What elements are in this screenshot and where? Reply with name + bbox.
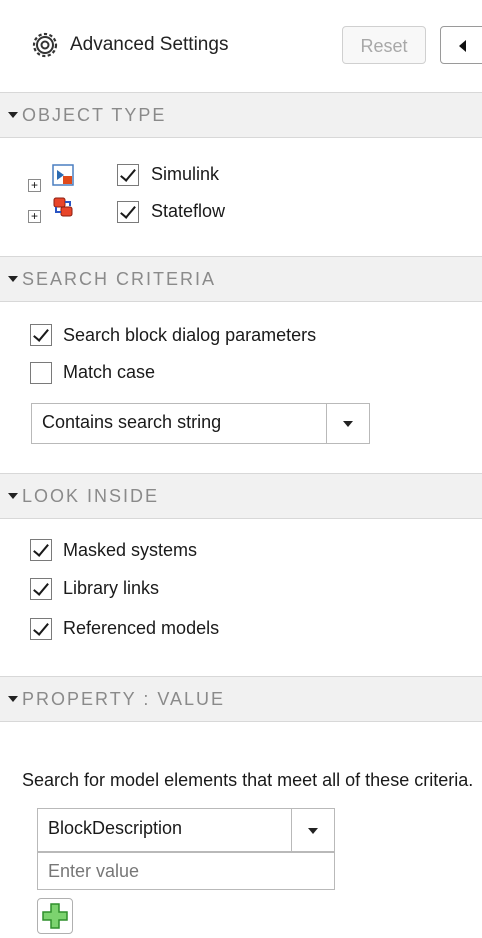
stateflow-label: Stateflow bbox=[151, 201, 226, 221]
dropdown-button[interactable] bbox=[291, 809, 334, 851]
chevron-down-icon bbox=[308, 828, 318, 834]
chevron-down-icon bbox=[8, 696, 18, 702]
search-block-dialog-parameters-label: Search block dialog parameters bbox=[63, 325, 317, 345]
chevron-down-icon bbox=[343, 421, 353, 427]
search-block-dialog-parameters-checkbox[interactable] bbox=[30, 324, 52, 346]
stateflow-chart-icon bbox=[53, 197, 73, 217]
property-value-input[interactable] bbox=[37, 852, 335, 890]
add-criterion-button[interactable] bbox=[37, 898, 73, 934]
match-mode-value: Contains search string bbox=[42, 412, 222, 432]
add-plus-icon bbox=[42, 903, 68, 929]
section-title: SEARCH CRITERIA bbox=[22, 269, 217, 289]
section-title: LOOK INSIDE bbox=[22, 486, 160, 506]
match-case-label: Match case bbox=[63, 362, 156, 382]
match-case-checkbox[interactable] bbox=[30, 362, 52, 384]
section-header-property-value[interactable]: PROPERTY : VALUE bbox=[0, 676, 482, 722]
property-dropdown[interactable]: BlockDescription bbox=[37, 808, 335, 852]
section-header-look-inside[interactable]: LOOK INSIDE bbox=[0, 473, 482, 519]
collapse-left-icon bbox=[459, 40, 466, 52]
panel-title: Advanced Settings bbox=[70, 34, 229, 55]
referenced-models-label: Referenced models bbox=[63, 618, 220, 638]
advanced-settings-header: Advanced Settings Reset bbox=[0, 0, 482, 92]
gear-icon bbox=[32, 32, 58, 58]
check-icon bbox=[33, 325, 49, 342]
library-links-checkbox[interactable] bbox=[30, 578, 52, 600]
masked-systems-checkbox[interactable] bbox=[30, 539, 52, 561]
stateflow-checkbox[interactable] bbox=[117, 201, 139, 223]
simulink-label: Simulink bbox=[151, 164, 220, 184]
referenced-models-checkbox[interactable] bbox=[30, 618, 52, 640]
chevron-down-icon bbox=[8, 112, 18, 118]
section-title: OBJECT TYPE bbox=[22, 105, 167, 125]
expand-simulink-icon[interactable]: + bbox=[28, 179, 41, 192]
section-title: PROPERTY : VALUE bbox=[22, 689, 226, 709]
property-value-description: Search for model elements that meet all … bbox=[22, 770, 474, 790]
collapse-panel-button[interactable] bbox=[440, 26, 482, 64]
dropdown-button[interactable] bbox=[326, 404, 369, 443]
masked-systems-label: Masked systems bbox=[63, 540, 198, 560]
match-mode-dropdown[interactable]: Contains search string bbox=[31, 403, 370, 444]
check-icon bbox=[33, 619, 49, 636]
check-icon bbox=[33, 540, 49, 557]
check-icon bbox=[33, 579, 49, 596]
section-header-object-type[interactable]: OBJECT TYPE bbox=[0, 92, 482, 138]
chevron-down-icon bbox=[8, 493, 18, 499]
reset-button[interactable]: Reset bbox=[342, 26, 426, 64]
property-value: BlockDescription bbox=[48, 818, 183, 838]
library-links-label: Library links bbox=[63, 578, 160, 598]
simulink-block-icon bbox=[52, 164, 74, 186]
check-icon bbox=[120, 165, 136, 182]
simulink-checkbox[interactable] bbox=[117, 164, 139, 186]
section-header-search-criteria[interactable]: SEARCH CRITERIA bbox=[0, 256, 482, 302]
chevron-down-icon bbox=[8, 276, 18, 282]
expand-stateflow-icon[interactable]: + bbox=[28, 210, 41, 223]
check-icon bbox=[120, 202, 136, 219]
